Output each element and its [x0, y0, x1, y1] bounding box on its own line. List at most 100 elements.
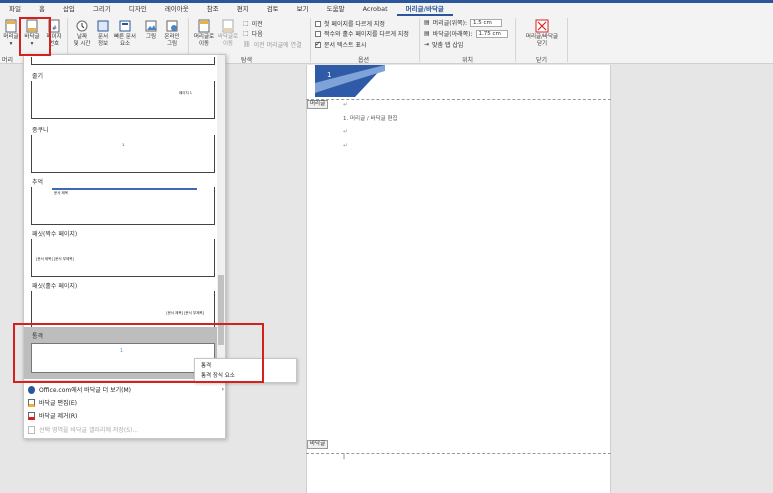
option-show-doc-text[interactable]: 문서 텍스트 표시: [315, 40, 366, 49]
menu-remove-label: 바닥글 제거(R): [39, 413, 78, 420]
document-page[interactable]: 1 ↵ 1. 머리글 / 바닥글 편집 ↵ ↵ |: [306, 65, 611, 493]
footer-position-icon: ▤: [424, 30, 430, 37]
globe-icon: [28, 385, 35, 394]
align-tab-label: 맞춤 탭 삽입: [432, 42, 464, 49]
gallery-item-title: 패싯(짝수 페이지): [32, 231, 78, 238]
gallery-item-selected[interactable]: 통격 1: [24, 327, 219, 379]
previous-button[interactable]: ⬚ 이전: [243, 19, 263, 28]
doc-info-icon: [97, 20, 109, 32]
footer-bottom-label: 바닥글(아래쪽):: [432, 31, 473, 38]
menu-edit-label: 바닥글 편집(E): [39, 400, 77, 407]
online-picture-label-1: 온라인: [164, 34, 180, 40]
tab-review[interactable]: 검토: [258, 3, 288, 16]
tab-acrobat[interactable]: Acrobat: [354, 3, 397, 16]
checkbox-different-first-page[interactable]: [315, 20, 321, 27]
gallery-thumbnail: [문서 제목] [문서 부제목]: [31, 291, 215, 329]
date-time-button[interactable]: 날짜 및 시간: [71, 19, 93, 48]
previous-icon: ⬚: [243, 20, 249, 27]
online-picture-button[interactable]: 온라인 그림: [161, 19, 183, 48]
close-label-1: 머리글/바닥글: [525, 34, 559, 40]
header-top-row: ▤ 머리글(위쪽): 1.5 cm: [424, 18, 502, 27]
header-button[interactable]: 머리글 ▾: [2, 19, 20, 48]
link-previous-label: 이전 머리글에 연결: [253, 42, 302, 49]
edit-footer-icon: [28, 398, 35, 407]
tab-references[interactable]: 참조: [198, 3, 228, 16]
header-footer-group-label: 머리: [2, 57, 14, 64]
context-item-decorative[interactable]: 통격 장식 요소: [195, 371, 296, 381]
menu-remove-footer[interactable]: 바닥글 제거(R): [28, 411, 77, 420]
gallery-item-top[interactable]: [31, 57, 215, 65]
goto-header-label-2: 이동: [198, 41, 210, 47]
options-group-label: 옵션: [358, 57, 370, 64]
chevron-down-icon: ▾: [9, 41, 13, 47]
header-top-input[interactable]: 1.5 cm: [469, 18, 502, 27]
next-label: 다음: [251, 31, 263, 38]
thumbnail-bar: [52, 188, 197, 190]
gallery-item-title: 패싯(홀수 페이지): [32, 283, 78, 290]
gallery-thumbnail: 1: [31, 343, 215, 373]
checkbox-different-odd-even[interactable]: [315, 30, 321, 37]
gallery-scrollbar[interactable]: [217, 55, 225, 375]
chevron-down-icon: ▾: [30, 41, 34, 47]
tab-help[interactable]: 도움말: [318, 3, 354, 16]
footer-bottom-input[interactable]: 1.75 cm: [475, 29, 508, 38]
online-picture-icon: [166, 20, 178, 32]
tab-file[interactable]: 파일: [0, 3, 30, 16]
goto-header-icon: [198, 19, 210, 33]
goto-header-button[interactable]: 머리글로 이동: [192, 19, 216, 48]
thumbnail-text: 페이지 1: [179, 91, 192, 95]
menu-save-selection[interactable]: 선택 영역을 바닥글 갤러리에 저장(S)...: [28, 425, 138, 434]
menu-more-footers[interactable]: Office.com에서 바닥글 더 보기(M) ›: [28, 385, 224, 394]
paragraph-mark: ↵: [343, 128, 349, 135]
picture-icon: [145, 20, 157, 32]
option-different-odd-even[interactable]: 짝수와 홀수 페이지를 다르게 지정: [315, 29, 409, 38]
header-tag: 머리글: [307, 100, 329, 109]
footer-icon: [26, 19, 38, 33]
page-number-button[interactable]: # 페이지 번호: [44, 19, 64, 48]
picture-button[interactable]: 그림: [142, 19, 160, 41]
next-button[interactable]: ⬚ 다음: [243, 29, 263, 38]
gallery-item-title: 통격: [32, 333, 44, 340]
gallery-thumbnail: 문서 제목: [31, 187, 215, 225]
align-tab-icon: ⇥: [424, 41, 430, 48]
gallery-thumbnail: 페이지 1: [31, 81, 215, 119]
header-art: [315, 65, 385, 97]
tab-home[interactable]: 홈: [30, 3, 54, 16]
tab-draw[interactable]: 그리기: [84, 3, 120, 16]
tab-view[interactable]: 보기: [288, 3, 318, 16]
separator: [567, 18, 568, 62]
thumbnail-text: [문서 제목] [문서 부제목]: [166, 311, 204, 315]
tab-insert[interactable]: 삽입: [54, 3, 84, 16]
goto-footer-button[interactable]: 바닥글로 이동: [216, 19, 240, 48]
link-previous-button[interactable]: ⛓ 이전 머리글에 연결: [243, 40, 302, 49]
tab-layout[interactable]: 레이아웃: [156, 3, 198, 16]
svg-text:#: #: [52, 25, 57, 32]
context-item-plain[interactable]: 통격: [195, 361, 296, 371]
close-label-2: 닫기: [536, 41, 548, 47]
tab-mailings[interactable]: 편지: [228, 3, 258, 16]
gallery-item-title: 줄기: [32, 73, 44, 80]
footer-boundary: [306, 453, 611, 454]
scrollbar-thumb[interactable]: [218, 275, 224, 345]
thumbnail-text: 1: [120, 348, 124, 354]
close-header-footer-button[interactable]: 머리글/바닥글 닫기: [520, 19, 564, 48]
context-menu: 통격 통격 장식 요소: [194, 358, 297, 383]
separator: [310, 18, 311, 62]
previous-label: 이전: [251, 21, 263, 28]
checkbox-show-doc-text[interactable]: [315, 40, 321, 48]
link-icon: ⛓: [243, 41, 251, 48]
option-different-first-page[interactable]: 첫 페이지를 다르게 지정: [315, 19, 385, 28]
quick-parts-button[interactable]: 빠른 문서 요소: [112, 19, 138, 48]
gallery-item-title: 중쿠니: [32, 127, 49, 134]
tab-header-footer[interactable]: 머리글/바닥글: [396, 3, 453, 16]
menu-edit-footer[interactable]: 바닥글 편집(E): [28, 398, 77, 407]
quick-parts-label-2: 요소: [119, 41, 131, 47]
gallery-thumbnail: 1: [31, 135, 215, 173]
footer-button[interactable]: 바닥글 ▾: [22, 19, 42, 48]
cursor: |: [343, 453, 346, 460]
separator: [515, 18, 516, 62]
align-tab-button[interactable]: ⇥ 맞춤 탭 삽입: [424, 40, 463, 49]
gallery-item-title: 추억: [32, 179, 44, 186]
doc-info-button[interactable]: 문서 정보: [94, 19, 112, 48]
tab-design[interactable]: 디자인: [120, 3, 156, 16]
